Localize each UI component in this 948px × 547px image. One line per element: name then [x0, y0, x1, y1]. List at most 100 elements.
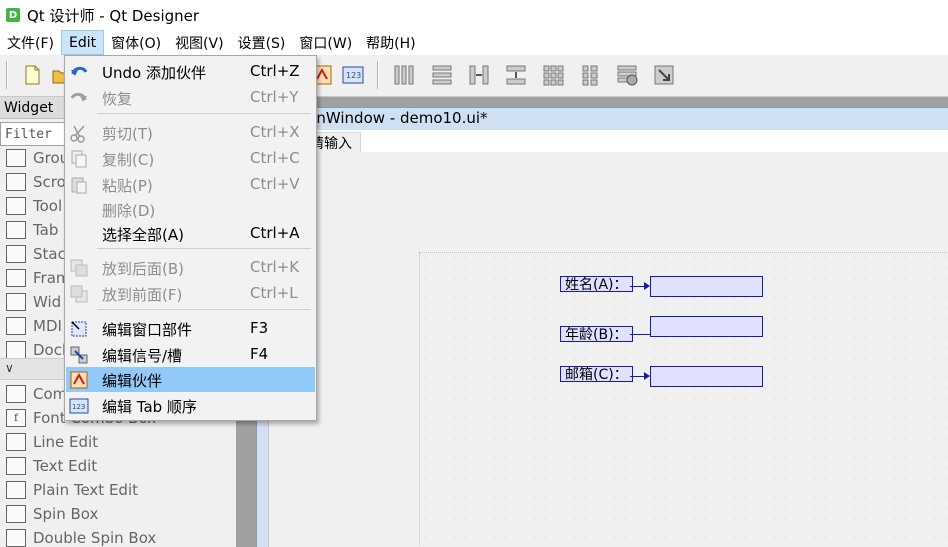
menu-item-label: 恢复 — [102, 90, 133, 108]
form-canvas[interactable]: 姓名(A)： 年龄(B)： 邮箱(C)： — [269, 152, 948, 547]
mdi-area: ainWindow - demo10.ui* 请输入 姓名(A)： 年龄(B)：… — [236, 97, 948, 547]
age-line-edit[interactable] — [650, 316, 763, 337]
menu-item-redo[interactable]: 恢复 Ctrl+Y — [66, 85, 315, 110]
menu-item-edit-tab-order[interactable]: 123 编辑 Tab 顺序 — [66, 393, 315, 418]
menu-item-edit-widgets[interactable]: 编辑窗口部件 F3 — [66, 316, 315, 341]
buddy-connection-line — [630, 376, 644, 377]
send-to-back-icon — [69, 258, 89, 278]
redo-icon — [69, 88, 89, 108]
menu-item-label: 删除(D) — [102, 202, 156, 220]
menu-item-shortcut: Ctrl+Y — [250, 88, 299, 106]
svg-text:123: 123 — [346, 71, 361, 80]
menu-item-delete[interactable]: 删除(D) — [66, 197, 315, 222]
frame-icon — [6, 269, 26, 287]
form-window[interactable]: ainWindow - demo10.ui* 请输入 姓名(A)： 年龄(B)：… — [256, 107, 948, 547]
menu-item-shortcut: Ctrl+C — [250, 149, 300, 167]
menu-separator — [97, 113, 311, 114]
dock-widget-icon — [6, 341, 26, 359]
menu-item-select-all[interactable]: 选择全部(A) Ctrl+A — [66, 221, 315, 246]
menu-item-label: 编辑伙伴 — [102, 372, 163, 390]
menu-window[interactable]: 窗口(W) — [292, 30, 359, 55]
menu-edit[interactable]: Edit — [60, 30, 105, 55]
form-menu-bar: 请输入 — [257, 130, 948, 154]
age-label[interactable]: 年龄(B)： — [560, 326, 633, 343]
menu-help[interactable]: 帮助(H) — [359, 30, 422, 55]
menu-item-edit-buddies[interactable]: 编辑伙伴 — [66, 367, 315, 392]
menu-settings[interactable]: 设置(S) — [231, 30, 293, 55]
edit-menu-dropdown: Undo 添加伙伴 Ctrl+Z 恢复 Ctrl+Y 剪切(T) Ctrl+X … — [64, 55, 317, 421]
menu-item-shortcut: Ctrl+K — [250, 258, 300, 276]
email-line-edit[interactable] — [650, 366, 763, 387]
menu-item-send-to-back[interactable]: 放到后面(B) Ctrl+K — [66, 255, 315, 280]
layout-vertical-icon[interactable] — [430, 63, 454, 87]
menu-separator — [97, 248, 311, 249]
spin-box-icon — [6, 505, 26, 523]
menu-item-label: 编辑 Tab 顺序 — [102, 398, 197, 416]
menu-item-label: 复制(C) — [102, 151, 155, 169]
menu-file[interactable]: 文件(F) — [0, 30, 61, 55]
edit-tab-order-toolbar-icon[interactable]: 123 — [341, 63, 365, 87]
widget-icon — [6, 293, 26, 311]
menu-item-shortcut: F3 — [250, 319, 269, 337]
menu-item-edit-signals-slots[interactable]: 编辑信号/槽 F4 — [66, 342, 315, 367]
widget-item[interactable]: Line Edit — [0, 430, 236, 454]
menu-item-label: 剪切(T) — [102, 125, 153, 143]
widget-item[interactable]: Text Edit — [0, 454, 236, 478]
menu-item-label: Undo 添加伙伴 — [102, 64, 206, 82]
break-layout-icon[interactable] — [615, 63, 639, 87]
layout-grid-icon[interactable] — [541, 63, 565, 87]
scissors-icon — [69, 123, 89, 143]
menu-item-bring-to-front[interactable]: 放到前面(F) Ctrl+L — [66, 281, 315, 306]
tab-order-icon: 123 — [69, 396, 89, 416]
group-box-icon — [6, 149, 26, 167]
menu-view[interactable]: 视图(V) — [168, 30, 231, 55]
buddy-connection-line — [630, 334, 650, 335]
menu-item-cut[interactable]: 剪切(T) Ctrl+X — [66, 120, 315, 145]
edit-widgets-icon — [69, 319, 89, 339]
widget-item[interactable]: Double Spin Box — [0, 526, 236, 547]
menu-item-copy[interactable]: 复制(C) Ctrl+C — [66, 146, 315, 171]
toolbar-separator — [6, 61, 8, 89]
chevron-down-icon[interactable]: ∨ — [5, 361, 14, 375]
layout-horizontal-splitter-icon[interactable] — [467, 63, 491, 87]
menu-item-shortcut: Ctrl+A — [250, 224, 300, 242]
widget-item[interactable]: Plain Text Edit — [0, 478, 236, 502]
combo-box-icon — [6, 385, 26, 403]
widget-item-label: Spin Box — [33, 505, 99, 523]
widget-item-label: Com — [33, 385, 68, 403]
buddy-connection-line — [630, 286, 644, 287]
name-line-edit[interactable] — [650, 276, 763, 297]
menu-item-label: 粘贴(P) — [102, 177, 153, 195]
text-edit-icon — [6, 457, 26, 475]
tab-widget-icon — [6, 221, 26, 239]
widget-item-label: Wid — [33, 293, 62, 311]
layout-vertical-splitter-icon[interactable] — [504, 63, 528, 87]
paste-icon — [69, 175, 89, 195]
adjust-size-icon[interactable] — [652, 63, 676, 87]
signals-slots-icon — [69, 345, 89, 365]
name-label[interactable]: 姓名(A)： — [560, 276, 633, 293]
widget-item-label: Tab — [33, 221, 59, 239]
widget-item-label: MDI — [33, 317, 62, 335]
menu-item-label: 放到前面(F) — [102, 286, 183, 304]
widget-item-label: Text Edit — [33, 457, 98, 475]
email-label[interactable]: 邮箱(C)： — [560, 366, 633, 383]
layout-form-icon[interactable] — [578, 63, 602, 87]
widget-item-label: Tool — [33, 197, 63, 215]
widget-item-label: Line Edit — [33, 433, 99, 451]
bring-to-front-icon — [69, 284, 89, 304]
stacked-widget-icon — [6, 245, 26, 263]
menu-item-shortcut: Ctrl+X — [250, 123, 300, 141]
form-title-bar[interactable]: ainWindow - demo10.ui* — [257, 108, 948, 130]
new-file-icon[interactable] — [20, 63, 44, 87]
menu-item-shortcut: Ctrl+Z — [250, 62, 300, 80]
toolbar-separator — [377, 61, 379, 89]
widget-item[interactable]: Spin Box — [0, 502, 236, 526]
menu-item-paste[interactable]: 粘贴(P) Ctrl+V — [66, 172, 315, 197]
menu-item-undo[interactable]: Undo 添加伙伴 Ctrl+Z — [66, 59, 315, 84]
window-title: Qt 设计师 - Qt Designer — [27, 6, 200, 25]
widget-item-label: Double Spin Box — [33, 529, 157, 547]
menu-form[interactable]: 窗体(O) — [104, 30, 168, 55]
menu-item-shortcut: Ctrl+L — [250, 284, 298, 302]
layout-horizontal-icon[interactable] — [392, 63, 416, 87]
